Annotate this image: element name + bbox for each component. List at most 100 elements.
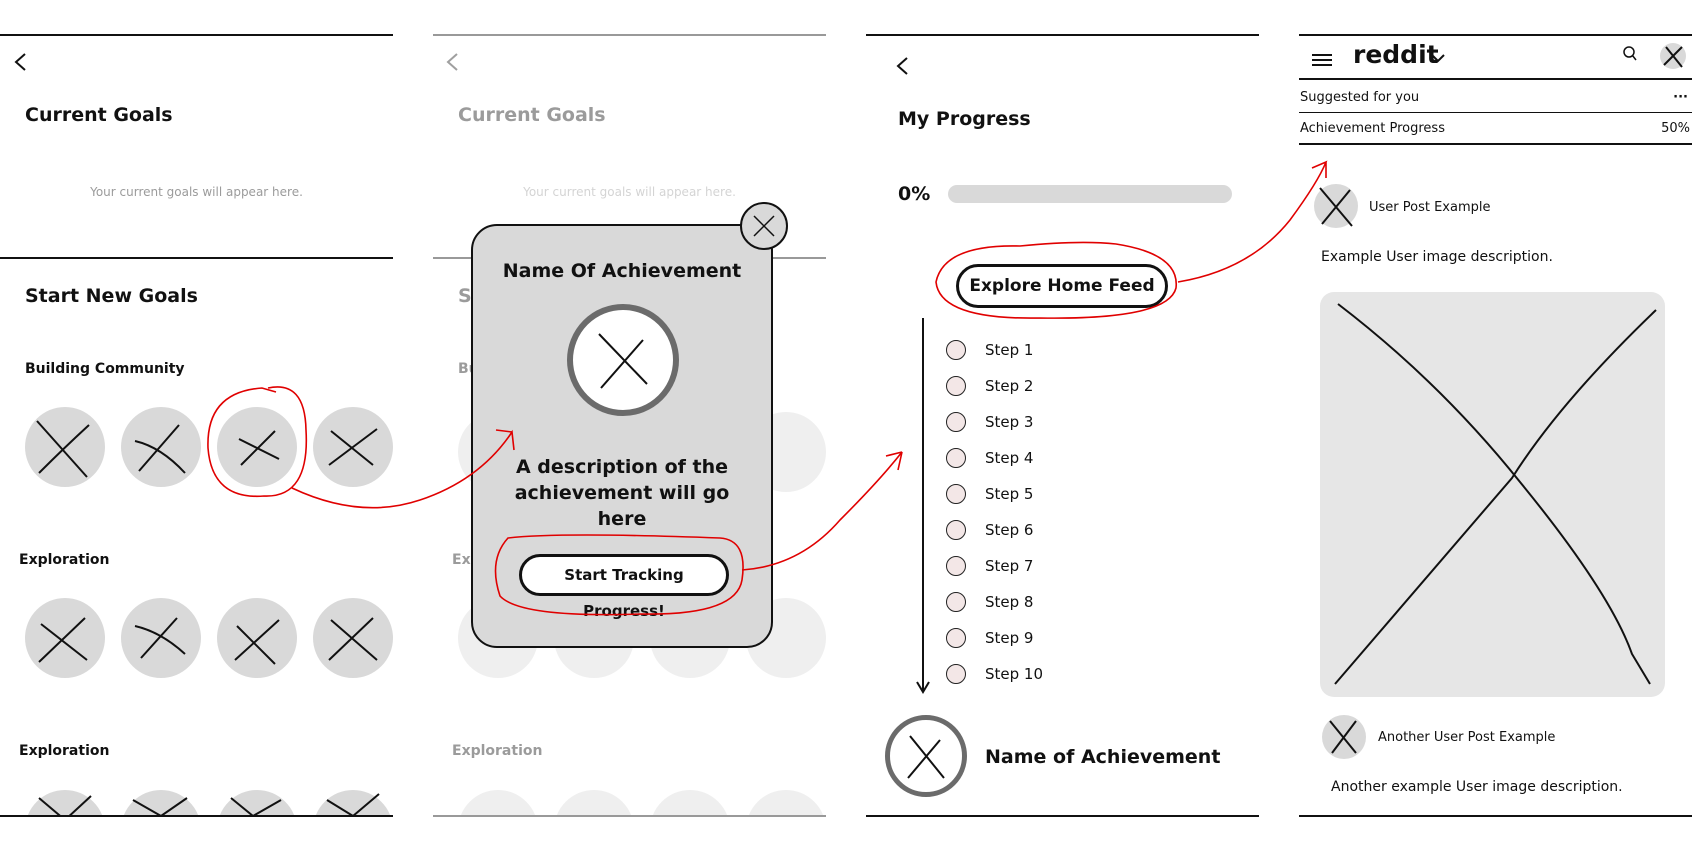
header-divider — [1299, 78, 1692, 80]
step-checkbox-icon[interactable] — [946, 664, 966, 684]
post-description: Example User image description. — [1321, 249, 1553, 265]
step-label: Step 2 — [985, 377, 1034, 395]
modal-title: Name Of Achievement — [502, 260, 742, 282]
step-item[interactable]: Step 10 — [946, 662, 1043, 686]
avatar[interactable] — [1314, 184, 1358, 228]
step-item[interactable]: Step 5 — [946, 482, 1033, 506]
achievement-placeholder[interactable] — [217, 598, 297, 678]
achievement-placeholder[interactable] — [121, 790, 201, 816]
step-item[interactable]: Step 7 — [946, 554, 1033, 578]
step-checkbox-icon[interactable] — [946, 340, 966, 360]
achievement-progress-row[interactable]: Achievement Progress 50% — [1300, 119, 1692, 137]
back-icon[interactable] — [444, 52, 464, 72]
step-item[interactable]: Step 4 — [946, 446, 1033, 470]
screen1-bottom-border — [0, 815, 393, 817]
achievement-placeholder[interactable] — [121, 598, 201, 678]
step-label: Step 5 — [985, 485, 1034, 503]
close-icon[interactable] — [740, 202, 788, 250]
achievement-placeholder[interactable] — [121, 407, 201, 487]
step-checkbox-icon[interactable] — [946, 520, 966, 540]
step-item[interactable]: Step 1 — [946, 338, 1033, 362]
current-goals-title: Current Goals — [25, 104, 173, 126]
achievement-name: Name of Achievement — [985, 746, 1221, 768]
achievement-row-clipped — [433, 780, 826, 816]
achievement-placeholder — [650, 790, 730, 816]
search-icon[interactable] — [1622, 46, 1638, 62]
achievement-placeholder[interactable] — [313, 598, 393, 678]
screen2-bottom-border — [433, 815, 826, 817]
start-new-goals-title: Start New Goals — [25, 285, 198, 307]
step-item[interactable]: Step 2 — [946, 374, 1033, 398]
my-progress-title: My Progress — [898, 108, 1031, 130]
app-name: reddit — [1353, 40, 1439, 69]
achievement-progress-value: 50% — [1661, 120, 1690, 136]
category-label: Exploration — [19, 743, 110, 759]
current-goals-empty-text: Your current goals will appear here. — [523, 185, 736, 199]
step-label: Step 10 — [985, 665, 1044, 683]
step-checkbox-icon[interactable] — [946, 628, 966, 648]
step-item[interactable]: Step 9 — [946, 626, 1033, 650]
step-label: Step 9 — [985, 629, 1034, 647]
step-label: Step 1 — [985, 341, 1034, 359]
screen2-top-border — [433, 34, 826, 36]
achievement-progress-label: Achievement Progress — [1300, 120, 1445, 136]
chevron-down-icon[interactable] — [1430, 49, 1446, 63]
achievement-placeholder[interactable] — [313, 790, 393, 816]
achievement-placeholder — [746, 790, 826, 816]
modal-description: A description of the achievement will go… — [514, 456, 730, 530]
achievement-placeholder[interactable] — [25, 790, 105, 816]
achievement-row-clipped — [0, 780, 393, 816]
category-label: Building Community — [25, 361, 185, 377]
step-label: Step 8 — [985, 593, 1034, 611]
back-icon[interactable] — [894, 56, 914, 76]
explore-home-feed-button[interactable]: Explore Home Feed — [956, 264, 1168, 308]
achievement-modal: Name Of Achievement A description of the… — [471, 224, 773, 648]
screen1-top-border — [0, 34, 393, 36]
step-item[interactable]: Step 6 — [946, 518, 1033, 542]
step-checkbox-icon[interactable] — [946, 412, 966, 432]
suggested-row[interactable]: Suggested for you ··· — [1300, 88, 1692, 106]
post-image[interactable] — [1320, 292, 1665, 697]
step-label: Step 7 — [985, 557, 1034, 575]
step-label: Step 3 — [985, 413, 1034, 431]
achievement-placeholder — [554, 790, 634, 816]
achievement-placeholder[interactable] — [217, 790, 297, 816]
start-tracking-button[interactable]: Start Tracking Progress! — [519, 554, 729, 620]
back-icon[interactable] — [12, 52, 32, 72]
more-options-icon[interactable]: ··· — [1673, 90, 1688, 105]
section-divider — [0, 257, 393, 259]
step-label: Step 6 — [985, 521, 1034, 539]
progress-percent: 0% — [898, 183, 931, 205]
step-item[interactable]: Step 8 — [946, 590, 1033, 614]
category-label: Exploration — [19, 552, 110, 568]
avatar[interactable] — [1660, 43, 1686, 69]
step-item[interactable]: Step 3 — [946, 410, 1033, 434]
row-divider — [1299, 112, 1692, 113]
achievement-badge — [885, 715, 967, 797]
post-description: Another example User image description. — [1331, 779, 1623, 795]
achievement-placeholder[interactable] — [25, 407, 105, 487]
current-goals-empty-text: Your current goals will appear here. — [90, 185, 303, 199]
avatar[interactable] — [1322, 715, 1366, 759]
achievement-placeholder[interactable] — [217, 407, 297, 487]
hamburger-menu-icon[interactable] — [1312, 52, 1332, 66]
step-label: Step 4 — [985, 449, 1034, 467]
achievement-placeholder[interactable] — [25, 598, 105, 678]
suggested-label: Suggested for you — [1300, 89, 1420, 105]
step-checkbox-icon[interactable] — [946, 556, 966, 576]
row-divider — [1299, 143, 1692, 145]
screen3-bottom-border — [866, 815, 1259, 817]
achievement-placeholder[interactable] — [313, 407, 393, 487]
screen4-bottom-border — [1299, 815, 1692, 817]
step-checkbox-icon[interactable] — [946, 376, 966, 396]
timeline-arrow — [915, 318, 931, 696]
current-goals-title: Current Goals — [458, 104, 606, 126]
category-label: Exploration — [452, 743, 543, 759]
step-checkbox-icon[interactable] — [946, 592, 966, 612]
achievement-badge — [567, 304, 679, 416]
step-checkbox-icon[interactable] — [946, 484, 966, 504]
achievement-placeholder — [458, 790, 538, 816]
step-checkbox-icon[interactable] — [946, 448, 966, 468]
post-username[interactable]: User Post Example — [1369, 200, 1491, 215]
post-username[interactable]: Another User Post Example — [1378, 730, 1555, 745]
